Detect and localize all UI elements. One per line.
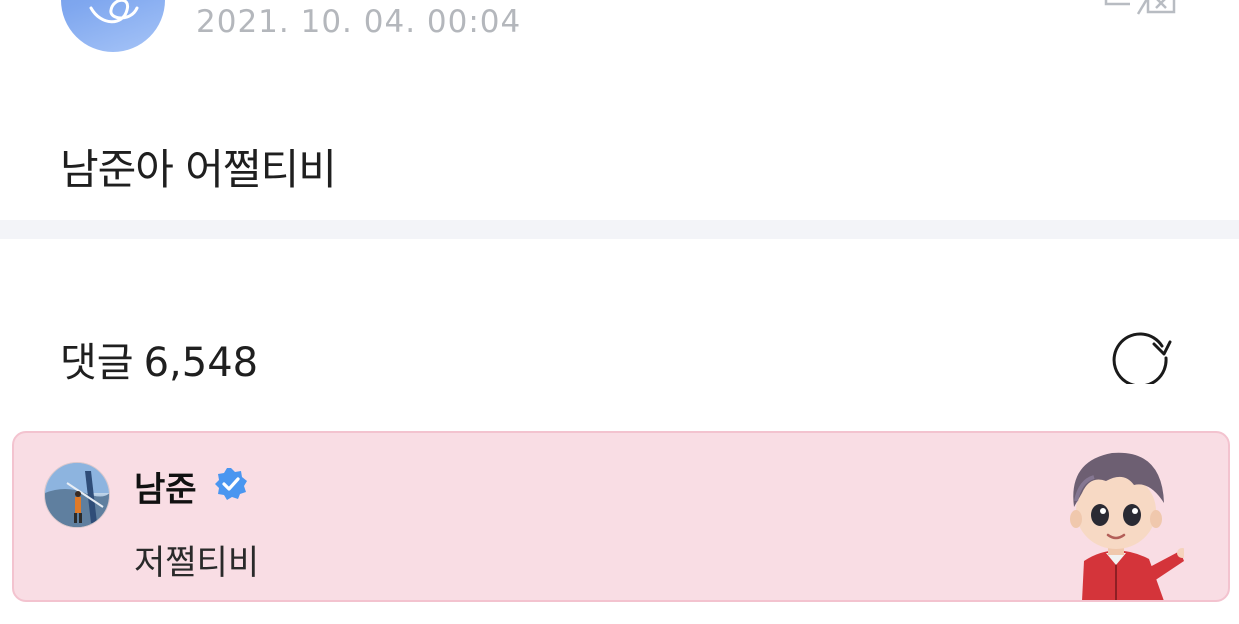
translate-icon [1104,0,1176,15]
post-body-text: 남준아 어쩔티비 [60,145,337,194]
highlighted-comment[interactable]: 남준 저쩔티비 [12,431,1230,602]
comment-text: 저쩔티비 [134,543,260,583]
commenter-avatar[interactable] [44,462,110,528]
refresh-icon [1112,332,1172,388]
comments-header: 댓글 6,548 [60,330,268,388]
character-sticker [1054,441,1187,600]
comments-label: 댓글 [60,340,134,386]
refresh-button[interactable] [1108,324,1172,388]
author-avatar[interactable] [61,0,165,52]
comments-count: 6,548 [143,340,259,386]
commenter-photo [45,463,109,527]
section-divider [0,220,1239,239]
author-logo-icon [89,0,139,24]
post-detail-screen: 2021. 10. 04. 00:04 남준아 어쩔티비 댓글 6,548 남준… [0,0,1239,624]
translate-button[interactable] [1100,0,1180,22]
commenter-name[interactable]: 남준 [134,462,197,511]
post-date: 2021. 10. 04. 00:04 [196,4,522,40]
verified-badge-icon [214,467,248,501]
